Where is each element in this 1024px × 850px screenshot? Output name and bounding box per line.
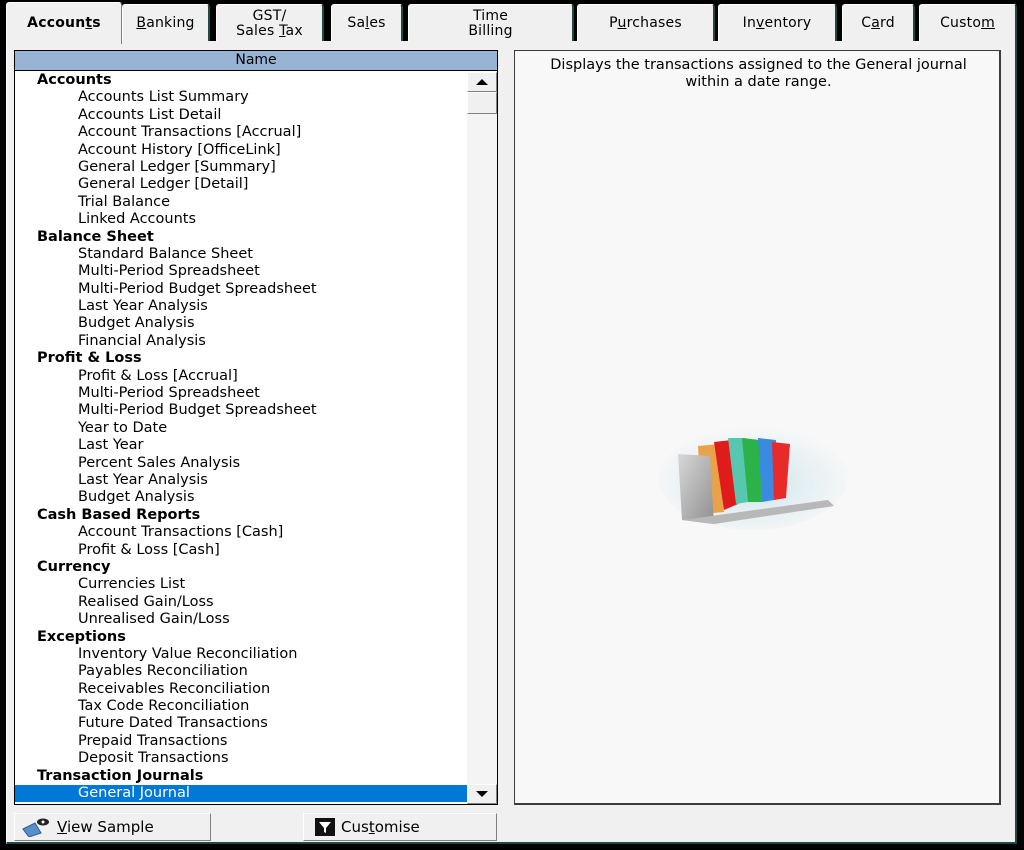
list-item[interactable]: Payables Reconciliation: [15, 663, 467, 680]
list-category: Transaction Journals: [37, 767, 204, 784]
list-item[interactable]: Multi-Period Budget Spreadsheet: [15, 402, 467, 419]
report-list: Name Accounts Accounts List Summary Accoun…: [14, 50, 498, 805]
list-item[interactable]: Year to Date: [15, 420, 467, 437]
list-item[interactable]: Last Year Analysis: [15, 298, 467, 315]
tab-label: Time Billing: [468, 7, 513, 39]
list-category: Balance Sheet: [37, 228, 154, 245]
list-category: Cash Based Reports: [37, 506, 201, 523]
list-item[interactable]: Linked Accounts: [15, 211, 467, 228]
list-item[interactable]: General Ledger [Summary]: [15, 159, 467, 176]
scroll-down-button[interactable]: [467, 784, 497, 804]
tab-label: Inventory: [742, 15, 812, 31]
tab-label: Custom: [940, 15, 995, 31]
list-item[interactable]: Prepaid Transactions: [15, 733, 467, 750]
list-item[interactable]: Receivables Reconciliation: [15, 681, 467, 698]
list-category: Currency: [37, 558, 111, 575]
list-item[interactable]: Multi-Period Spreadsheet: [15, 263, 467, 280]
list-item[interactable]: Last Year: [15, 437, 467, 454]
list-item[interactable]: Standard Balance Sheet: [15, 246, 467, 263]
list-item[interactable]: Trial Balance: [15, 194, 467, 211]
list-item[interactable]: Profit & Loss [Accrual]: [15, 368, 467, 385]
list-item[interactable]: Unrealised Gain/Loss: [15, 611, 467, 628]
tab-accounts[interactable]: Accounts: [6, 2, 122, 44]
list-category: Accounts: [37, 72, 112, 88]
tab-sales[interactable]: Sales: [331, 4, 403, 42]
list-item[interactable]: Deposit Transactions: [15, 750, 467, 767]
arrow-up-icon: [476, 79, 488, 85]
report-description: Displays the transactions assigned to th…: [550, 57, 967, 90]
list-item[interactable]: Financial Analysis: [15, 333, 467, 350]
list-item[interactable]: Multi-Period Budget Spreadsheet: [15, 281, 467, 298]
tab-label: Card: [861, 15, 895, 31]
tab-custom[interactable]: Custom: [919, 4, 1017, 42]
list-item[interactable]: Tax Code Reconciliation: [15, 698, 467, 715]
arrow-down-icon: [476, 791, 488, 797]
tab-purchases[interactable]: Purchases: [577, 4, 715, 42]
list-item[interactable]: Realised Gain/Loss: [15, 594, 467, 611]
view-sample-label: View Sample: [57, 818, 154, 836]
tab-gst-sales-tax[interactable]: GST/ Sales Tax: [216, 4, 324, 42]
list-item[interactable]: General Ledger [Detail]: [15, 176, 467, 193]
filter-icon: [315, 818, 335, 836]
scroll-up-button[interactable]: [467, 72, 497, 92]
tab-time-billing[interactable]: Time Billing: [408, 4, 574, 42]
view-sample-icon: [21, 817, 51, 837]
list-category: Profit & Loss: [37, 350, 142, 367]
tab-banking[interactable]: Banking: [122, 4, 210, 42]
list-item[interactable]: Inventory Value Reconciliation: [15, 646, 467, 663]
column-header-name[interactable]: Name: [15, 51, 497, 71]
list-item[interactable]: Future Dated Transactions: [15, 715, 467, 732]
tab-label: Banking: [136, 15, 195, 31]
report-list-body: Accounts Accounts List Summary Accounts Li…: [15, 72, 467, 804]
list-item[interactable]: Profit & Loss [Cash]: [15, 542, 467, 559]
list-item[interactable]: Multi-Period Spreadsheet: [15, 385, 467, 402]
tab-label: Accounts: [27, 15, 101, 31]
list-item[interactable]: Percent Sales Analysis: [15, 455, 467, 472]
description-pane: Displays the transactions assigned to th…: [514, 50, 1001, 805]
list-item[interactable]: Account History [OfficeLink]: [15, 142, 467, 159]
list-item[interactable]: Last Year Analysis: [15, 472, 467, 489]
view-sample-button[interactable]: View Sample: [14, 813, 211, 841]
list-item[interactable]: Budget Analysis: [15, 489, 467, 506]
list-item[interactable]: Account Transactions [Cash]: [15, 524, 467, 541]
list-category: Exceptions: [37, 628, 126, 645]
list-item[interactable]: Account Transactions [Accrual]: [15, 124, 467, 141]
scroll-thumb[interactable]: [467, 92, 497, 114]
tab-label: Purchases: [609, 15, 682, 31]
customise-button[interactable]: Customise: [303, 813, 497, 841]
tab-label: Sales: [347, 15, 386, 31]
list-item[interactable]: General Journal: [15, 785, 467, 803]
list-item[interactable]: Currencies List: [15, 576, 467, 593]
tab-label: GST/ Sales Tax: [236, 7, 303, 39]
list-item[interactable]: Budget Analysis: [15, 315, 467, 332]
tab-inventory[interactable]: Inventory: [718, 4, 837, 42]
tab-card[interactable]: Card: [842, 4, 915, 42]
report-tab-strip: Accounts Banking GST/ Sales Tax Sales Ti…: [0, 0, 1024, 44]
report-folders-icon: [658, 426, 848, 530]
list-item[interactable]: Accounts List Summary: [15, 89, 467, 106]
vertical-scrollbar[interactable]: [467, 72, 497, 804]
customise-label: Customise: [341, 818, 420, 836]
list-item[interactable]: Accounts List Detail: [15, 107, 467, 124]
